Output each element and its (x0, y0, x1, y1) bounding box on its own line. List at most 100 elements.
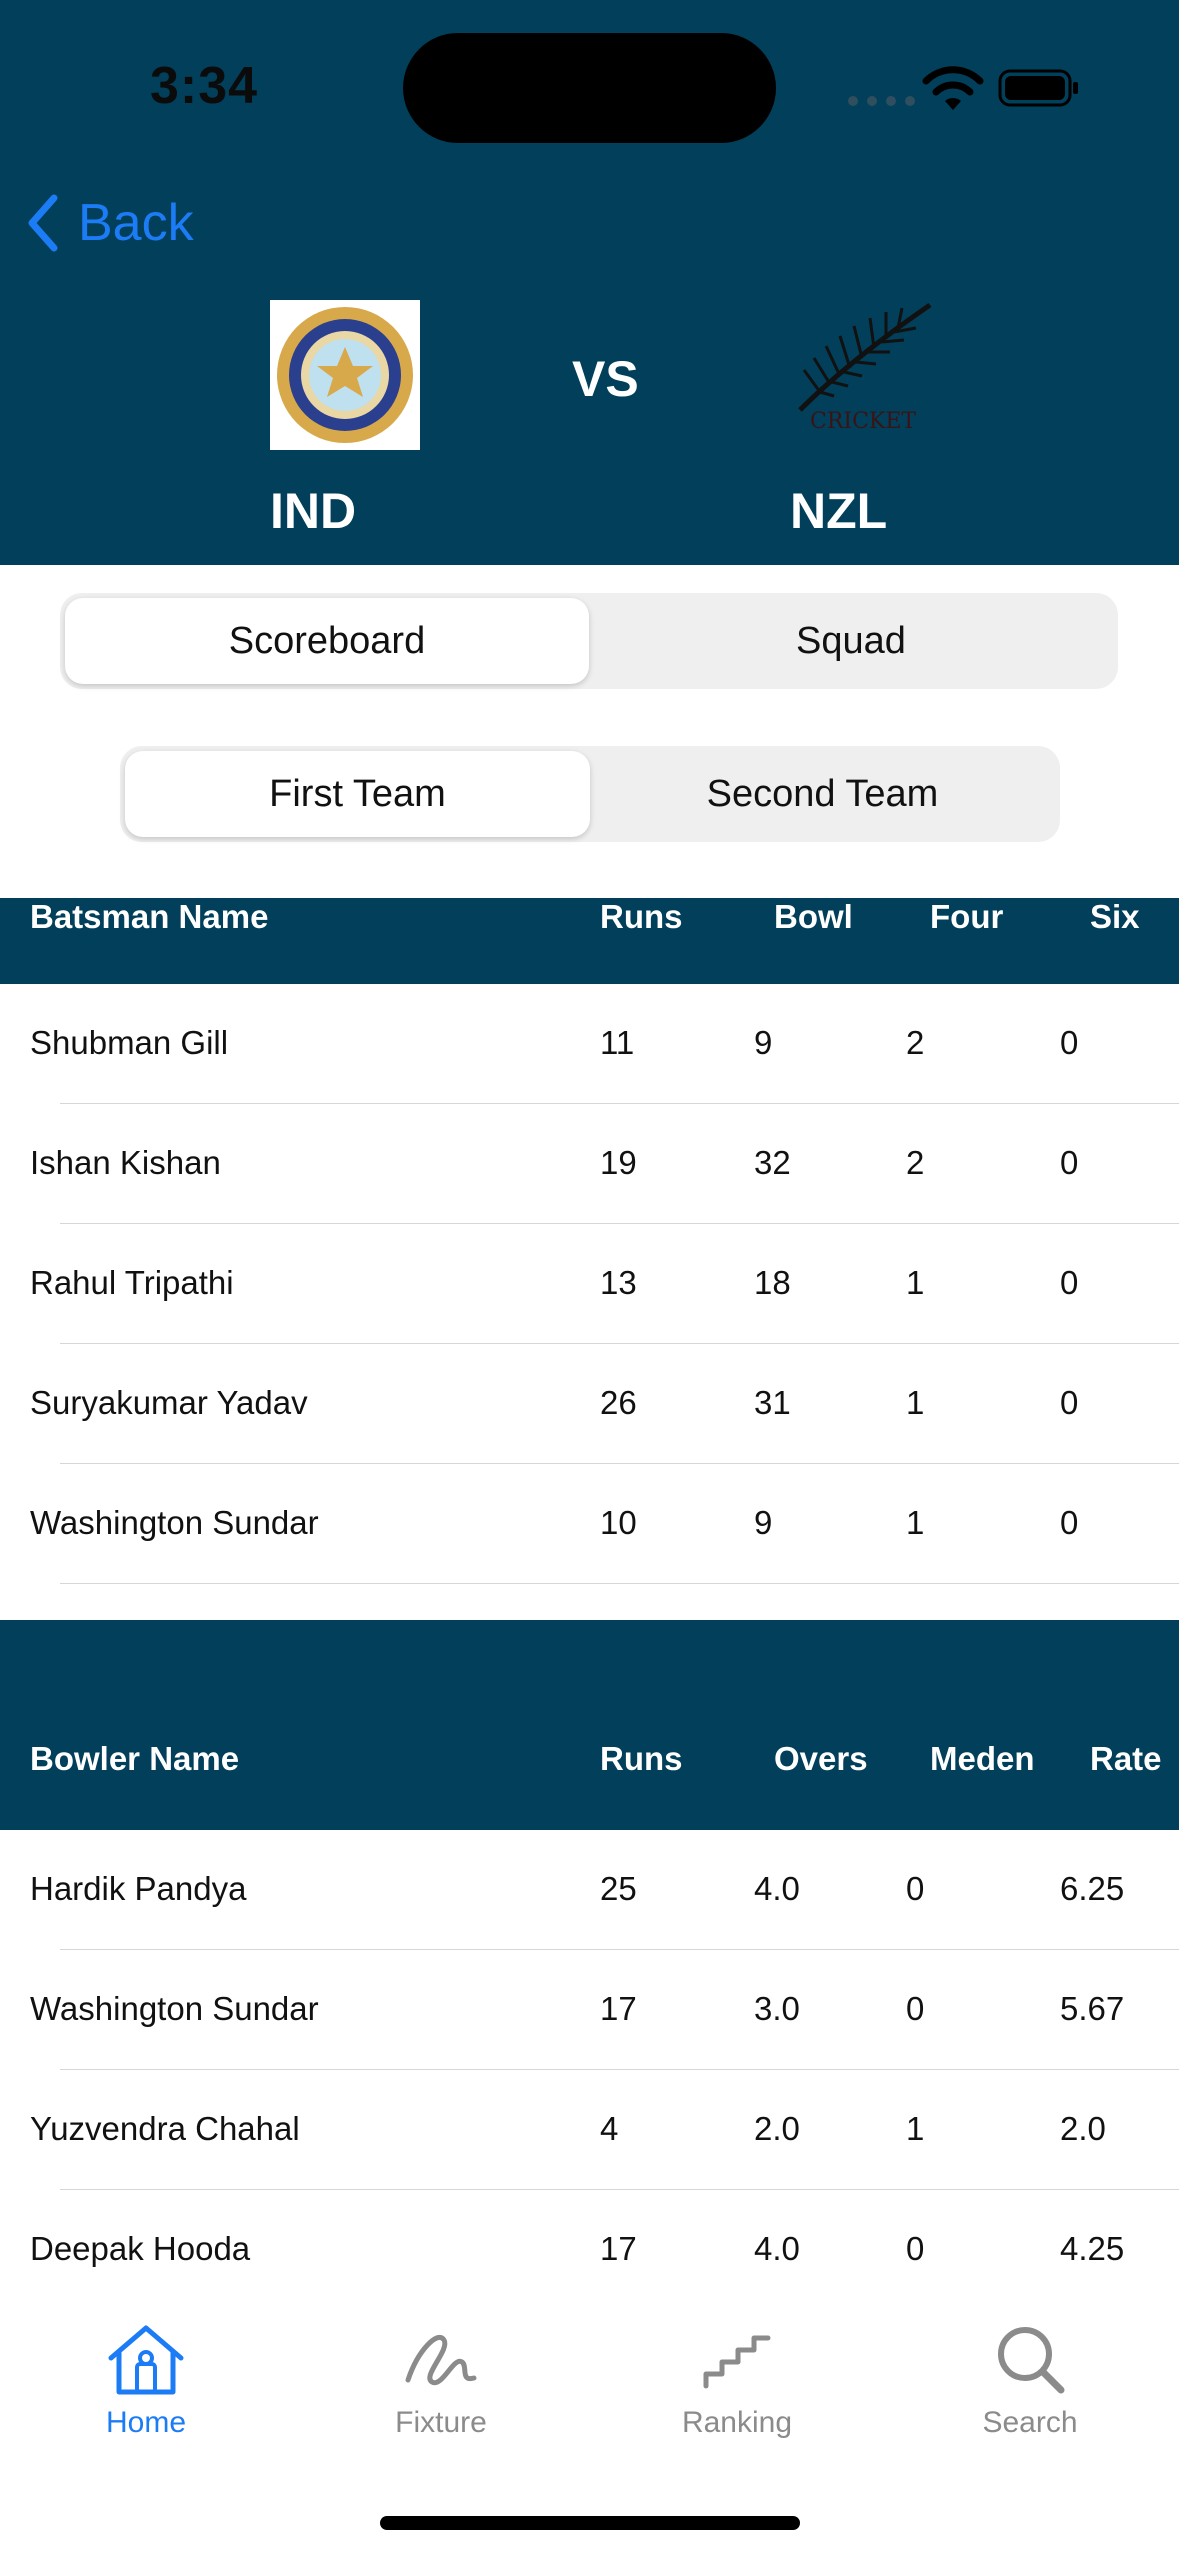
back-label: Back (78, 194, 194, 252)
tab-fixture-label: Fixture (395, 2406, 487, 2439)
balls: 9 (754, 1024, 773, 1061)
economy-rate: 6.25 (1060, 1870, 1125, 1907)
balls: 31 (754, 1384, 791, 1421)
runs: 13 (600, 1264, 637, 1301)
status-time: 3:34 (150, 57, 259, 115)
batsman-name: Rahul Tripathi (30, 1264, 234, 1301)
header-four: Four (930, 898, 1004, 935)
scoreboard-squad-segmented-control: Scoreboard Squad (60, 593, 1118, 689)
tab-ranking[interactable]: Ranking (637, 2320, 837, 2440)
runs: 11 (600, 1024, 635, 1061)
overs: 4.0 (754, 1870, 800, 1907)
battery-icon (998, 69, 1078, 107)
tab-bar: Home Fixture Ranking Search (0, 2280, 1179, 2556)
fours: 1 (906, 1504, 925, 1541)
table-row[interactable]: Rahul Tripathi 13 18 1 0 (0, 1224, 1179, 1344)
header-bowler-name: Bowler Name (30, 1740, 240, 1777)
sixes: 0 (1060, 1504, 1079, 1541)
versus-label: VS (572, 351, 639, 407)
balls: 32 (754, 1144, 791, 1181)
maidens: 0 (906, 1870, 925, 1907)
bowler-name: Hardik Pandya (30, 1870, 247, 1907)
sixes: 0 (1060, 1144, 1079, 1181)
sixes: 0 (1060, 1264, 1079, 1301)
row-divider (60, 1583, 1179, 1584)
fours: 2 (906, 1024, 925, 1061)
tab-ranking-label: Ranking (681, 2406, 793, 2439)
home-icon (108, 2325, 184, 2395)
runs: 17 (600, 2230, 637, 2267)
match-header: 3:34 Back VS CRICKET IND NZL (0, 0, 1179, 565)
header-runs: Runs (600, 1740, 683, 1777)
segment-squad[interactable]: Squad (589, 598, 1113, 684)
batting-table-header: Batsman Name Runs Bowl Four Six (0, 898, 1179, 984)
tab-search[interactable]: Search (930, 2320, 1130, 2440)
bowler-name: Yuzvendra Chahal (30, 2110, 300, 2147)
header-six: Six (1090, 898, 1140, 935)
bowler-name: Washington Sundar (30, 1990, 319, 2027)
wifi-icon (922, 66, 984, 110)
sixes: 0 (1060, 1024, 1079, 1061)
maidens: 0 (906, 2230, 925, 2267)
table-row[interactable]: Washington Sundar 17 3.0 0 5.67 (0, 1950, 1179, 2070)
bowling-table-header: Bowler Name Runs Overs Meden Rate (0, 1620, 1179, 1830)
table-row[interactable]: Ishan Kishan 19 32 2 0 (0, 1104, 1179, 1224)
overs: 2.0 (754, 2110, 800, 2147)
header-batsman-name: Batsman Name (30, 898, 269, 935)
runs: 25 (600, 1870, 637, 1907)
economy-rate: 5.67 (1060, 1990, 1125, 2027)
cellular-signal-icon (848, 96, 915, 106)
table-row[interactable]: Washington Sundar 10 9 1 0 (0, 1464, 1179, 1584)
runs: 4 (600, 2110, 619, 2147)
table-row[interactable]: Shubman Gill 11 9 2 0 (0, 984, 1179, 1104)
runs: 19 (600, 1144, 637, 1181)
segment-second-team[interactable]: Second Team (590, 751, 1055, 837)
runs: 26 (600, 1384, 637, 1421)
balls: 18 (754, 1264, 791, 1301)
maidens: 0 (906, 1990, 925, 2027)
fours: 2 (906, 1144, 925, 1181)
batsman-name: Washington Sundar (30, 1504, 319, 1541)
economy-rate: 2.0 (1060, 2110, 1106, 2147)
home-indicator[interactable] (380, 2516, 800, 2530)
header-bowl: Bowl (774, 898, 853, 935)
header-rate: Rate (1090, 1740, 1162, 1777)
team1-code: IND (270, 483, 357, 539)
table-row[interactable]: Yuzvendra Chahal 4 2.0 1 2.0 (0, 2070, 1179, 2190)
fours: 1 (906, 1264, 925, 1301)
sixes: 0 (1060, 1384, 1079, 1421)
back-button[interactable]: Back (24, 192, 194, 254)
table-row[interactable]: Suryakumar Yadav 26 31 1 0 (0, 1344, 1179, 1464)
overs: 3.0 (754, 1990, 800, 2027)
maidens: 1 (906, 2110, 925, 2147)
segment-first-team[interactable]: First Team (125, 751, 590, 837)
nz-cricket-fern-logo-icon: CRICKET (798, 302, 932, 434)
tab-search-label: Search (982, 2406, 1078, 2439)
header-overs: Overs (774, 1740, 868, 1777)
runs: 10 (600, 1504, 637, 1541)
fours: 1 (906, 1384, 925, 1421)
team-segmented-control: First Team Second Team (120, 746, 1060, 842)
batsman-name: Shubman Gill (30, 1024, 229, 1061)
chevron-left-icon (28, 194, 58, 252)
overs: 4.0 (754, 2230, 800, 2267)
svg-text:CRICKET: CRICKET (810, 409, 916, 434)
batsman-name: Suryakumar Yadav (30, 1384, 308, 1421)
batsman-name: Ishan Kishan (30, 1144, 221, 1181)
bowler-name: Deepak Hooda (30, 2230, 251, 2267)
dynamic-island (403, 33, 776, 143)
scribble-icon (405, 2335, 477, 2386)
search-icon (998, 2327, 1065, 2394)
tab-home-label: Home (105, 2406, 187, 2439)
bcci-logo-icon (270, 300, 420, 450)
table-row[interactable]: Hardik Pandya 25 4.0 0 6.25 (0, 1830, 1179, 1950)
economy-rate: 4.25 (1060, 2230, 1125, 2267)
team2-code: NZL (790, 483, 888, 539)
segment-scoreboard[interactable]: Scoreboard (65, 598, 589, 684)
tab-home[interactable]: Home (46, 2320, 246, 2440)
header-runs: Runs (600, 898, 683, 935)
tab-fixture[interactable]: Fixture (341, 2320, 541, 2440)
header-meden: Meden (930, 1740, 1035, 1777)
runs: 17 (600, 1990, 637, 2027)
stairs-icon (703, 2335, 771, 2389)
